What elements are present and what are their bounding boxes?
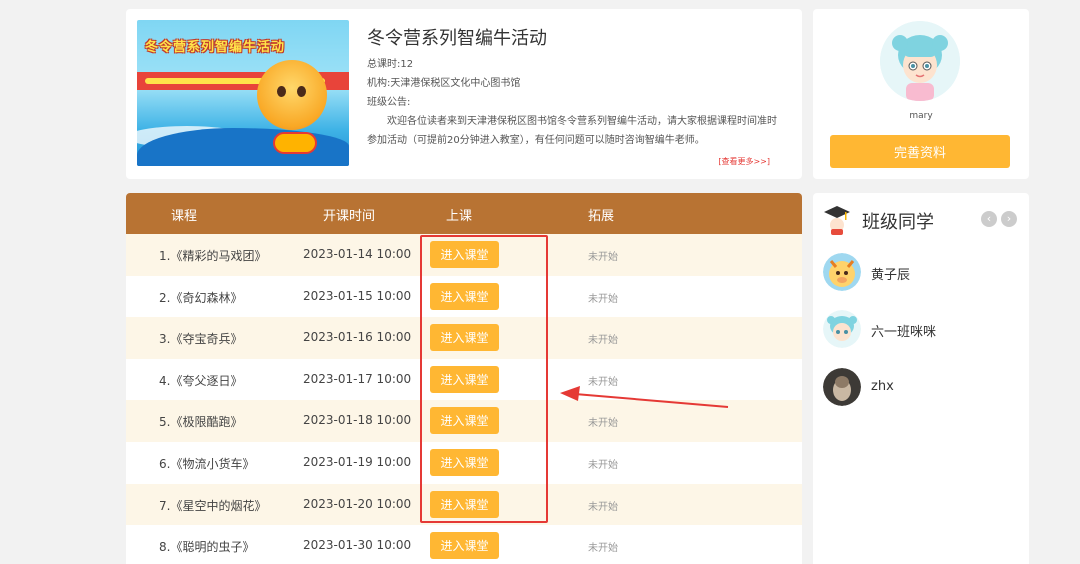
course-name: 4.《夸父逐日》 (159, 373, 243, 388)
course-name: 6.《物流小货车》 (159, 456, 255, 471)
course-time: 2023-01-30 10:00 (303, 538, 412, 553)
table-row: 8.《聪明的虫子》 2023-01-30 10:00 进入课堂 未开始 (126, 525, 802, 564)
course-time: 2023-01-18 10:00 (303, 413, 412, 428)
graduation-cap-icon (824, 206, 850, 235)
course-name: 7.《星空中的烟花》 (159, 498, 267, 513)
classmates-title: 班级同学 (862, 212, 934, 233)
extension-status: 未开始 (588, 543, 618, 555)
extension-status: 未开始 (588, 418, 618, 430)
extension-status: 未开始 (588, 335, 618, 347)
view-more-link[interactable]: [查看更多>>] (718, 156, 770, 167)
cow-mascot-icon (257, 60, 327, 130)
profile-card: mary 完善资料 (813, 9, 1029, 179)
course-name: 8.《聪明的虫子》 (159, 540, 255, 555)
classmate-avatar (823, 253, 861, 291)
next-arrow-icon[interactable]: › (1001, 211, 1017, 227)
course-time: 2023-01-19 10:00 (303, 454, 412, 469)
notice-text: 欢迎各位读者来到天津港保税区图书馆冬令营系列智编牛活动，请大家根据课程时间准时参… (367, 116, 777, 146)
extension-status: 未开始 (588, 293, 618, 305)
course-card: 冬令营系列智编牛活动 冬令营系列智编牛活动 总课时:12 机构:天津港保税区文化… (126, 9, 802, 179)
notice-label: 班级公告: (367, 97, 411, 108)
course-time: 2023-01-20 10:00 (303, 496, 412, 511)
header-class: 上课 (446, 209, 473, 224)
course-banner-image: 冬令营系列智编牛活动 (137, 20, 349, 166)
course-name: 1.《精彩的马戏团》 (159, 249, 267, 263)
total-hours: 总课时:12 (367, 59, 414, 70)
course-name: 5.《极限酷跑》 (159, 415, 243, 430)
course-title: 冬令营系列智编牛活动 (367, 28, 547, 49)
classmate-name: 六一班咪咪 (871, 325, 937, 340)
header-time: 开课时间 (323, 209, 376, 224)
user-avatar (880, 21, 960, 101)
username: mary (909, 111, 933, 121)
classmate-item[interactable]: 六一班咪咪 (823, 310, 1023, 350)
institution: 机构:天津港保税区文化中心图书馆 (367, 78, 521, 89)
course-time: 2023-01-16 10:00 (303, 330, 412, 345)
highlight-box (420, 235, 548, 523)
header-course: 课程 (171, 209, 198, 224)
course-name: 2.《奇幻森林》 (159, 290, 243, 305)
classmate-name: zhx (871, 379, 894, 394)
complete-profile-button[interactable]: 完善资料 (830, 135, 1010, 168)
course-time: 2023-01-17 10:00 (303, 371, 412, 386)
classmate-avatar (823, 368, 861, 406)
classmate-avatar (823, 310, 861, 348)
extension-status: 未开始 (588, 459, 618, 471)
extension-status: 未开始 (588, 252, 618, 263)
course-time: 2023-01-14 10:00 (303, 247, 412, 261)
classmate-name: 黄子辰 (871, 268, 911, 283)
banner-badge (273, 132, 317, 154)
table-header: 课程 开课时间 上课 拓展 (126, 193, 802, 234)
course-name: 3.《夺宝奇兵》 (159, 332, 243, 347)
prev-arrow-icon[interactable]: ‹ (981, 211, 997, 227)
classmate-item[interactable]: 黄子辰 (823, 253, 1023, 293)
course-time: 2023-01-15 10:00 (303, 288, 412, 303)
extension-status: 未开始 (588, 501, 618, 513)
classmate-item[interactable]: zhx (823, 368, 1023, 408)
enter-classroom-button[interactable]: 进入课堂 (430, 532, 499, 560)
classmates-card: 班级同学 ‹ › 黄子辰 六一班咪咪 zhx (813, 193, 1029, 564)
extension-status: 未开始 (588, 376, 618, 388)
banner-title: 冬令营系列智编牛活动 (145, 40, 286, 55)
header-extend: 拓展 (588, 209, 615, 224)
